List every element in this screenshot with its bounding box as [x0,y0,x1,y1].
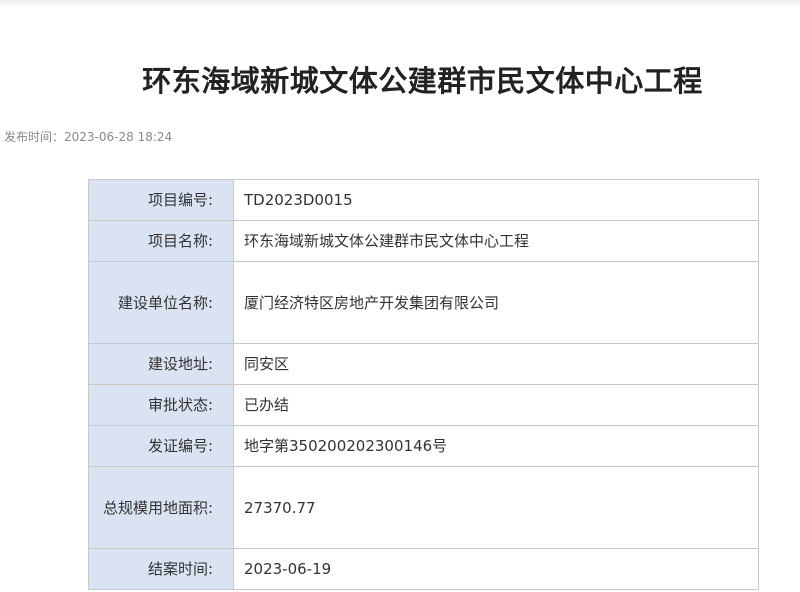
publish-label: 发布时间： [4,130,65,144]
table-row: 项目名称: 环东海域新城文体公建群市民文体中心工程 [88,220,759,262]
row-value: TD2023D0015 [233,179,759,221]
table-row: 审批状态: 已办结 [88,384,759,426]
row-label: 建设单位名称: [88,261,234,344]
project-info-table: 项目编号: TD2023D0015 项目名称: 环东海域新城文体公建群市民文体中… [88,179,759,590]
row-label: 项目名称: [88,220,234,262]
row-label: 总规模用地面积: [88,466,234,549]
top-shadow [0,0,800,8]
table-row: 建设单位名称: 厦门经济特区房地产开发集团有限公司 [88,261,759,344]
row-value: 27370.77 [233,466,759,549]
row-value: 环东海域新城文体公建群市民文体中心工程 [233,220,759,262]
table-row: 结案时间: 2023-06-19 [88,548,759,590]
row-value: 地字第350200202300146号 [233,425,759,467]
row-label: 结案时间: [88,548,234,590]
table-row: 项目编号: TD2023D0015 [88,179,759,221]
row-value: 同安区 [233,343,759,385]
row-label: 建设地址: [88,343,234,385]
row-label: 审批状态: [88,384,234,426]
table-row: 建设地址: 同安区 [88,343,759,385]
table-row: 总规模用地面积: 27370.77 [88,466,759,549]
table-row: 发证编号: 地字第350200202300146号 [88,425,759,467]
page: 环东海域新城文体公建群市民文体中心工程 发布时间：2023-06-28 18:2… [0,0,800,592]
row-value: 厦门经济特区房地产开发集团有限公司 [233,261,759,344]
row-value: 2023-06-19 [233,548,759,590]
page-title: 环东海域新城文体公建群市民文体中心工程 [142,64,703,98]
row-label: 发证编号: [88,425,234,467]
row-value: 已办结 [233,384,759,426]
publish-time: 2023-06-28 18:24 [64,130,173,144]
publish-meta: 发布时间：2023-06-28 18:24 [4,128,172,145]
row-label: 项目编号: [88,179,234,221]
